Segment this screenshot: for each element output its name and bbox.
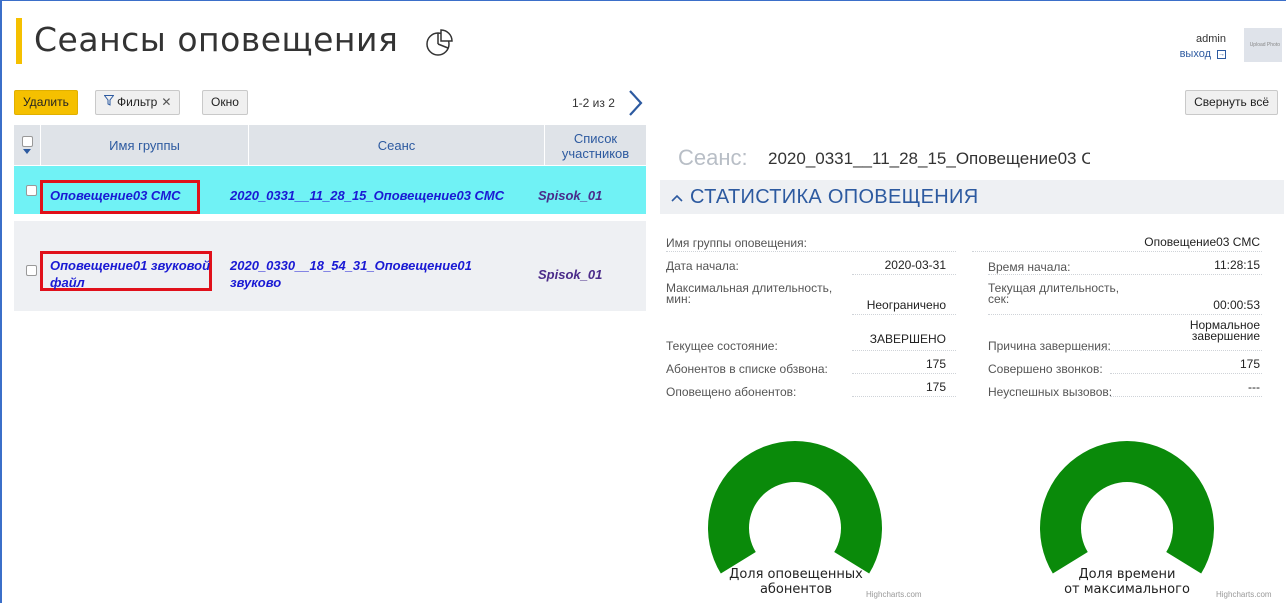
row-session-line1: 2020_0330__18_54_31_Оповещение01	[230, 258, 472, 273]
statistics-section-header[interactable]: СТАТИСТИКА ОПОВЕЩЕНИЯ	[660, 180, 1284, 214]
user-name: admin	[1196, 33, 1226, 45]
avatar-text: Upload Photo	[1249, 42, 1280, 48]
start-date-value: 2020-03-31	[884, 258, 946, 272]
current-duration-label: Текущая длительность, сек:	[988, 282, 1119, 306]
window-button[interactable]: Окно	[202, 90, 248, 115]
row-divider	[14, 214, 646, 221]
reason-value-line2: завершение	[1191, 329, 1260, 343]
delete-button[interactable]: Удалить	[14, 90, 78, 115]
filter-icon	[103, 91, 115, 114]
current-duration-value: 00:00:53	[1213, 298, 1260, 312]
row-session[interactable]: 2020_0330__18_54_31_Оповещение01 звуково	[230, 257, 472, 291]
row-group-name[interactable]: Оповещение03 СМС	[50, 188, 181, 203]
row-checkbox[interactable]	[26, 185, 37, 196]
row-group-name-line2: файл	[50, 275, 85, 290]
filter-button[interactable]: Фильтр ✕	[95, 90, 181, 115]
failed-value: ---	[1248, 380, 1260, 394]
clear-filter-icon[interactable]: ✕	[161, 95, 171, 109]
chart-credit[interactable]: Highcharts.com	[866, 590, 922, 599]
section-title: СТАТИСТИКА ОПОВЕЩЕНИЯ	[690, 186, 979, 208]
divider	[852, 314, 956, 315]
state-value: ЗАВЕРШЕНО	[869, 332, 946, 346]
time-share-label-line1: Доля времени	[1078, 567, 1176, 582]
select-all-checkbox[interactable]	[21, 136, 33, 147]
logout-label[interactable]: выход	[1180, 48, 1211, 60]
failed-label: Неуспешных вызовов:	[988, 385, 1113, 399]
notified-share-label-line2: абонентов	[759, 582, 833, 597]
row-group-name-line1: Оповещение01 звуковой	[50, 258, 211, 273]
next-page-icon[interactable]	[624, 89, 646, 117]
max-duration-label-line1: Максимальная длительность,	[666, 281, 833, 295]
logout-link[interactable]: выход →	[1180, 48, 1226, 60]
session-value: 2020_0331__11_28_15_Оповещение03 С	[768, 149, 1090, 168]
max-duration-label-line2: мин:	[666, 292, 691, 306]
row-list[interactable]: Spisok_01	[538, 267, 602, 282]
column-participants[interactable]: Список участников	[544, 125, 646, 165]
notified-share-label-line1: Доля оповещенных	[729, 567, 863, 582]
notified-value: 175	[925, 380, 946, 394]
divider	[852, 274, 956, 275]
session-label: Сеанс:	[678, 145, 748, 170]
state-label: Текущее состояние:	[666, 339, 778, 353]
table-row[interactable]: Оповещение03 СМС 2020_0331__11_28_15_Опо…	[14, 166, 646, 214]
divider	[1110, 373, 1262, 374]
calls-value: 175	[1239, 357, 1260, 371]
row-checkbox[interactable]	[26, 265, 37, 276]
reason-value: Нормальное завершение	[1140, 319, 1260, 343]
calls-label: Совершено звонков:	[988, 362, 1103, 376]
column-group-name[interactable]: Имя группы	[40, 125, 248, 165]
start-date-label: Дата начала:	[666, 259, 739, 273]
divider	[1080, 350, 1262, 351]
gauge-arc	[708, 441, 882, 574]
pie-chart-icon[interactable]	[424, 28, 454, 58]
divider	[988, 274, 1262, 275]
notified-label: Оповещено абонентов:	[666, 385, 797, 399]
collapse-all-button[interactable]: Свернуть всё	[1185, 90, 1278, 115]
group-name-value: Оповещение03 СМС	[1144, 235, 1260, 249]
table-row[interactable]: Оповещение01 звуковой файл 2020_0330__18…	[14, 221, 646, 311]
subscribers-value: 175	[925, 357, 946, 371]
row-group-name[interactable]: Оповещение01 звуковой файл	[50, 257, 210, 291]
notified-share-label: Доля оповещенных абонентов	[704, 567, 888, 597]
start-time-label: Время начала:	[988, 260, 1071, 274]
divider	[852, 396, 956, 397]
divider	[972, 251, 1262, 252]
time-share-gauge	[1040, 441, 1214, 574]
row-list[interactable]: Spisok_01	[538, 188, 602, 203]
chevron-up-icon[interactable]	[670, 180, 684, 214]
filter-label: Фильтр	[117, 95, 158, 109]
time-share-label-line2: от максимального	[1064, 582, 1190, 597]
pager-text: 1-2 из 2	[572, 96, 615, 110]
sort-down-icon[interactable]	[23, 149, 31, 154]
chart-credit[interactable]: Highcharts.com	[1216, 590, 1272, 599]
group-name-label: Имя группы оповещения:	[666, 236, 807, 250]
column-session[interactable]: Сеанс	[248, 125, 544, 165]
divider	[852, 350, 956, 351]
select-all-cell[interactable]	[14, 125, 40, 165]
title-accent-bar	[16, 18, 22, 64]
logout-icon[interactable]: →	[1217, 49, 1226, 59]
current-duration-label-line2: сек:	[988, 292, 1010, 306]
row-session-line2: звуково	[230, 275, 282, 290]
divider	[666, 251, 956, 252]
start-time-value: 11:28:15	[1214, 258, 1260, 272]
divider	[1110, 396, 1262, 397]
notified-share-gauge	[708, 441, 882, 574]
avatar[interactable]: Upload Photo	[1244, 28, 1282, 62]
subscribers-label: Абонентов в списке обзвона:	[666, 362, 828, 376]
divider	[852, 373, 956, 374]
time-share-label: Доля времени от максимального	[1030, 567, 1224, 597]
table-header: Имя группы Сеанс Список участников	[14, 125, 646, 165]
max-duration-label: Максимальная длительность, мин:	[666, 281, 833, 306]
gauge-arc	[1040, 441, 1214, 574]
page-title: Сеансы оповещения	[34, 20, 399, 59]
max-duration-value: Неограничено	[866, 298, 946, 312]
row-session[interactable]: 2020_0331__11_28_15_Оповещение03 СМС	[230, 188, 504, 203]
divider	[988, 314, 1262, 315]
